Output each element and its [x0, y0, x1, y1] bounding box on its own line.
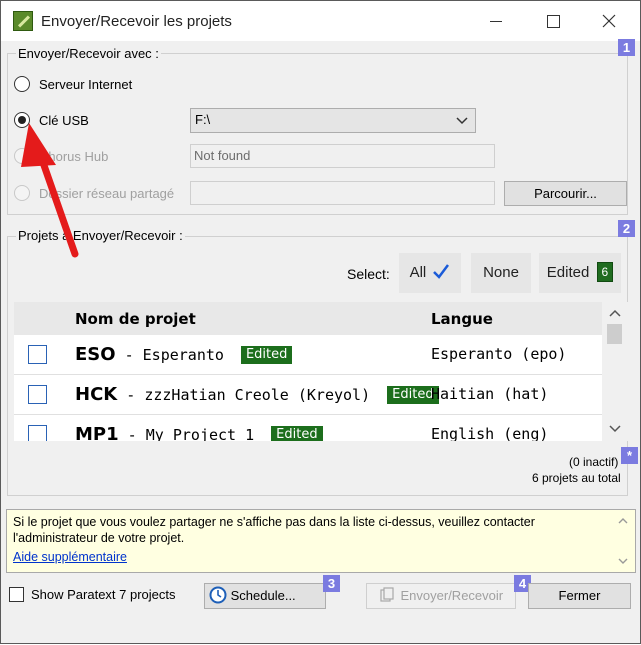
close-icon [602, 14, 616, 28]
title-bar: Envoyer/Recevoir les projets [1, 1, 640, 41]
show-p7-checkbox[interactable] [9, 587, 24, 602]
row-checkbox[interactable] [28, 385, 47, 404]
inactive-count: (0 inactif) [569, 455, 619, 469]
table-row[interactable]: ESO - Esperanto Edited Esperanto (epo) [14, 335, 602, 375]
browse-button[interactable]: Parcourir... [504, 181, 627, 206]
send-receive-with-label: Envoyer/Recevoir avec : [16, 46, 161, 61]
send-receive-label: Envoyer/Recevoir [400, 588, 504, 603]
project-separator: - [124, 346, 143, 364]
row-checkbox[interactable] [28, 425, 47, 441]
project-name-cell: MP1 - My Project 1 Edited [75, 424, 323, 441]
select-all-label: All [409, 264, 427, 281]
minimize-button[interactable] [481, 9, 511, 33]
dialog-window: Envoyer/Recevoir les projets Envoyer/Rec… [0, 0, 641, 644]
select-edited-button[interactable]: Edited 6 [539, 253, 621, 293]
label-network-folder: Dossier réseau partagé [39, 186, 175, 201]
usb-drive-select[interactable]: F:\ [190, 108, 476, 133]
project-separator: - [126, 386, 145, 404]
language-cell: English (eng) [431, 425, 549, 441]
edited-tag: Edited [271, 426, 323, 441]
table-header: Nom de projet Langue [14, 302, 602, 335]
vertical-scrollbar[interactable] [602, 302, 628, 441]
projects-group-label: Projets à Envoyer/Recevoir : [16, 228, 185, 243]
schedule-label: Schedule... [230, 588, 296, 603]
badge-star: * [621, 447, 638, 464]
chevron-down-icon [456, 117, 468, 125]
label-internet: Serveur Internet [39, 77, 133, 92]
table-row[interactable]: HCK - zzzHatian Creole (Kreyol) Edited H… [14, 375, 602, 415]
total-count: 6 projets au total [532, 471, 621, 485]
radio-network-folder[interactable] [14, 185, 30, 201]
project-full-name: Esperanto [142, 346, 224, 364]
paratext-app-icon [13, 11, 33, 31]
schedule-button[interactable]: Schedule... [204, 583, 326, 609]
language-cell: Esperanto (epo) [431, 345, 567, 363]
select-edited-label: Edited [546, 264, 590, 281]
project-full-name: zzzHatian Creole (Kreyol) [144, 386, 371, 404]
network-folder-field [190, 181, 495, 205]
checkmark-icon [433, 264, 450, 279]
projects-table: Nom de projet Langue ESO - Esperanto Edi… [14, 302, 628, 441]
badge-2: 2 [618, 220, 635, 237]
project-separator: - [127, 426, 146, 441]
project-code: ESO [75, 344, 116, 365]
note-scroll-down-icon[interactable] [617, 556, 629, 566]
label-chorus-hub: Chorus Hub [39, 149, 109, 164]
project-full-name: My Project 1 [145, 426, 255, 441]
select-none-button[interactable]: None [471, 253, 531, 293]
more-help-link[interactable]: Aide supplémentaire [13, 550, 629, 564]
language-cell: Haitian (hat) [431, 385, 549, 403]
project-name-cell: HCK - zzzHatian Creole (Kreyol) Edited [75, 384, 439, 405]
edited-tag: Edited [240, 346, 293, 364]
project-name-cell: ESO - Esperanto Edited [75, 344, 293, 365]
label-usb: Clé USB [39, 113, 89, 128]
chorus-hub-field: Not found [190, 144, 495, 168]
select-label: Select: [347, 266, 390, 282]
usb-drive-value: F:\ [195, 112, 211, 127]
table-row[interactable]: MP1 - My Project 1 Edited English (eng) [14, 415, 602, 441]
clock-icon [209, 586, 227, 604]
header-project-name[interactable]: Nom de projet [75, 310, 196, 328]
badge-3: 3 [323, 575, 340, 592]
project-code: MP1 [75, 424, 119, 441]
radio-usb[interactable] [14, 112, 30, 128]
scroll-down-icon[interactable] [602, 421, 628, 437]
close-window-button[interactable] [594, 9, 624, 33]
show-p7-label: Show Paratext 7 projects [31, 587, 176, 602]
note-scroll-up-icon[interactable] [617, 516, 629, 526]
row-checkbox[interactable] [28, 345, 47, 364]
close-button[interactable]: Fermer [528, 583, 631, 609]
scrollbar-thumb[interactable] [607, 324, 622, 344]
radio-chorus-hub[interactable] [14, 148, 30, 164]
header-language[interactable]: Langue [431, 310, 493, 328]
help-note-text: Si le projet que vous voulez partager ne… [13, 515, 535, 545]
window-title: Envoyer/Recevoir les projets [41, 13, 232, 30]
select-all-button[interactable]: All [399, 253, 461, 293]
help-note: Si le projet que vous voulez partager ne… [6, 509, 636, 573]
send-receive-button[interactable]: Envoyer/Recevoir [366, 583, 516, 609]
badge-1: 1 [618, 39, 635, 56]
project-code: HCK [75, 384, 118, 405]
maximize-button[interactable] [538, 9, 568, 33]
sync-icon [380, 587, 394, 602]
edited-count-badge: 6 [596, 262, 614, 282]
scroll-up-icon[interactable] [602, 306, 628, 322]
radio-internet[interactable] [14, 76, 30, 92]
